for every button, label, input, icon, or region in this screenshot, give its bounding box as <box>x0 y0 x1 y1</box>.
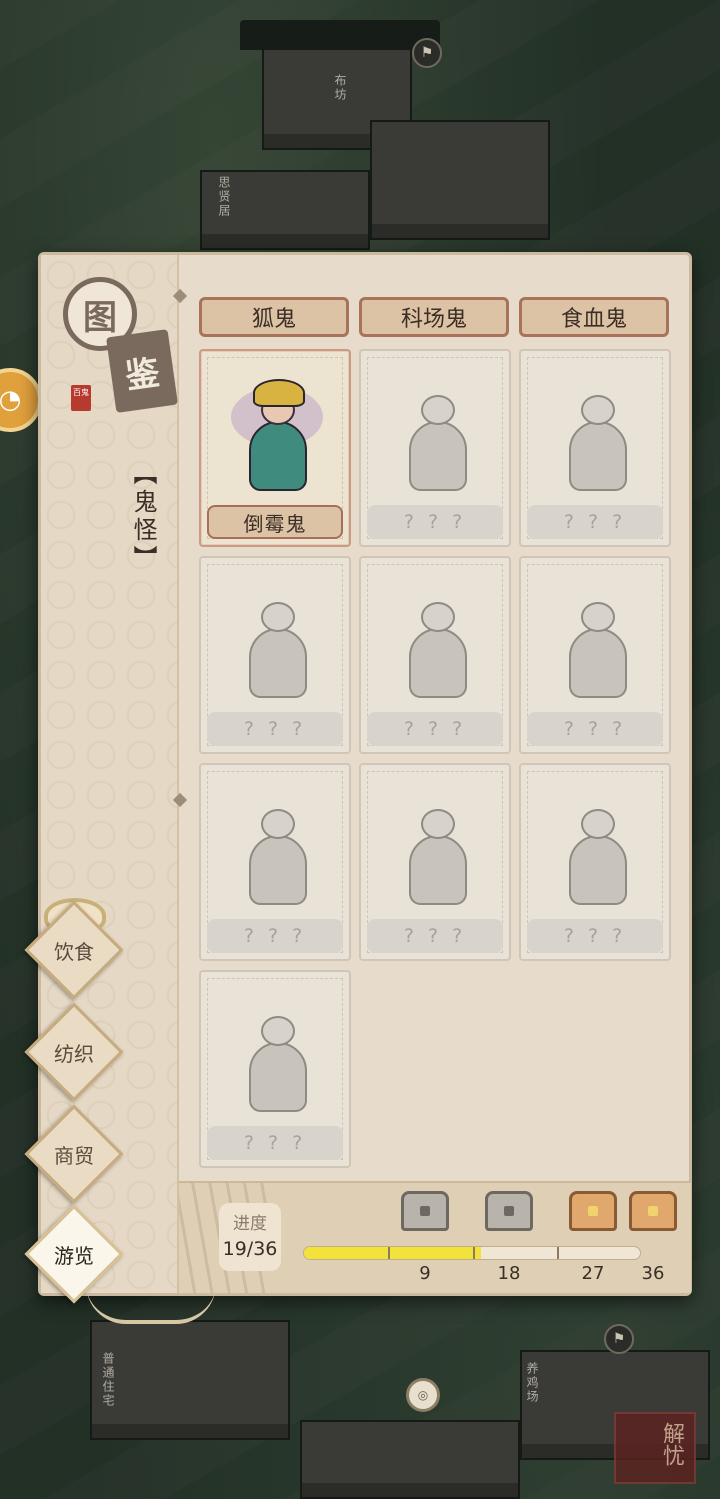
milestone-reward[interactable]: 27 <box>563 1191 623 1284</box>
nav-tab-label: 游览 <box>54 1243 94 1268</box>
collection-card-locked[interactable]: ? ? ? <box>359 349 511 547</box>
map-building <box>90 1320 290 1440</box>
ghost-silhouette <box>551 785 643 917</box>
card-name: 倒霉鬼 <box>207 505 343 539</box>
entry-name-plate[interactable]: 狐鬼 <box>199 297 349 337</box>
card-name: ? ? ? <box>367 505 503 539</box>
red-seal-stamp: 百鬼 <box>71 385 91 411</box>
coin-icon[interactable]: ◎ <box>406 1378 440 1412</box>
ghost-silhouette <box>231 578 323 710</box>
nav-tab-label: 饮食 <box>54 939 94 964</box>
collection-scroll-area[interactable]: 狐鬼 科场鬼 食血鬼 倒霉鬼 ? ? ? ? ? ? ? ? ? ? ? ? ?… <box>183 261 683 1185</box>
ghost-silhouette <box>391 785 483 917</box>
collection-card-locked[interactable]: ? ? ? <box>359 556 511 754</box>
progress-label: 进度 <box>233 1214 267 1234</box>
milestone-reward[interactable]: 36 <box>623 1191 683 1284</box>
map-label-sixianju[interactable]: 思贤居 <box>216 176 233 218</box>
map-label-chicken-farm[interactable]: 养鸡场 <box>524 1362 541 1404</box>
progress-tick <box>473 1247 475 1259</box>
chest-silver-icon[interactable] <box>485 1191 533 1231</box>
corner-stamp-button[interactable]: 解忧 <box>614 1412 696 1484</box>
collection-card-locked[interactable]: ? ? ? <box>359 763 511 961</box>
milestone-value: 9 <box>419 1263 431 1284</box>
category-title: 【鬼怪】 <box>129 461 157 573</box>
progress-tick <box>388 1247 390 1259</box>
collection-card-locked[interactable]: ? ? ? <box>199 763 351 961</box>
card-name: ? ? ? <box>527 505 663 539</box>
map-label-residence[interactable]: 普通住宅 <box>100 1352 117 1408</box>
collection-card-locked[interactable]: ? ? ? <box>199 556 351 754</box>
ghost-silhouette <box>551 578 643 710</box>
milestone-reward[interactable]: 18 <box>479 1191 539 1284</box>
ghost-silhouette <box>391 371 483 503</box>
map-building <box>370 120 550 240</box>
entry-name-plate[interactable]: 科场鬼 <box>359 297 509 337</box>
card-name: ? ? ? <box>207 919 343 953</box>
card-name: ? ? ? <box>367 919 503 953</box>
map-label-bufang[interactable]: 布坊 <box>332 74 349 102</box>
milestone-reward[interactable]: 9 <box>395 1191 455 1284</box>
collection-progress-footer: 进度 19/36 9 18 27 36 <box>179 1181 691 1293</box>
card-name: ? ? ? <box>207 712 343 746</box>
nav-tab-textile[interactable]: 纺织 <box>24 1002 124 1102</box>
nav-tab-label: 商贸 <box>54 1143 94 1168</box>
ghost-silhouette <box>391 578 483 710</box>
map-building <box>300 1420 520 1499</box>
nav-tab-trade[interactable]: 商贸 <box>24 1104 124 1204</box>
tassel-decoration <box>86 1284 216 1324</box>
map-marker-icon[interactable]: ⚑ <box>412 38 442 68</box>
card-name: ? ? ? <box>527 712 663 746</box>
progress-value: 19/36 <box>222 1238 278 1260</box>
nav-tab-label: 纺织 <box>54 1041 94 1066</box>
chest-gold-icon[interactable] <box>629 1191 677 1231</box>
collection-book-panel: 图 鉴 百鬼 【鬼怪】 狐鬼 科场鬼 食血鬼 倒霉鬼 ? ? ? ? ? ? ?… <box>38 252 692 1296</box>
card-name: ? ? ? <box>527 919 663 953</box>
progress-counter: 进度 19/36 <box>219 1203 281 1271</box>
milestone-value: 18 <box>497 1263 521 1284</box>
card-name: ? ? ? <box>367 712 503 746</box>
ghost-silhouette <box>231 992 323 1124</box>
collection-card[interactable]: 倒霉鬼 <box>199 349 351 547</box>
collection-card-locked[interactable]: ? ? ? <box>199 970 351 1168</box>
collection-card-locked[interactable]: ? ? ? <box>519 556 671 754</box>
map-roof <box>240 20 440 50</box>
collection-card-locked[interactable]: ? ? ? <box>519 349 671 547</box>
map-marker-icon[interactable]: ⚑ <box>604 1324 634 1354</box>
ghost-portrait <box>231 371 323 503</box>
milestone-value: 27 <box>581 1263 605 1284</box>
collection-card-locked[interactable]: ? ? ? <box>519 763 671 961</box>
nav-tab-food[interactable]: 饮食 <box>24 900 124 1000</box>
card-name: ? ? ? <box>207 1126 343 1160</box>
ghost-silhouette <box>231 785 323 917</box>
milestone-value: 36 <box>641 1263 665 1284</box>
chest-gold-icon[interactable] <box>569 1191 617 1231</box>
ghost-silhouette <box>551 371 643 503</box>
book-emblem-tag: 鉴 <box>106 329 178 413</box>
progress-tick <box>557 1247 559 1259</box>
chest-silver-icon[interactable] <box>401 1191 449 1231</box>
entry-name-plate[interactable]: 食血鬼 <box>519 297 669 337</box>
